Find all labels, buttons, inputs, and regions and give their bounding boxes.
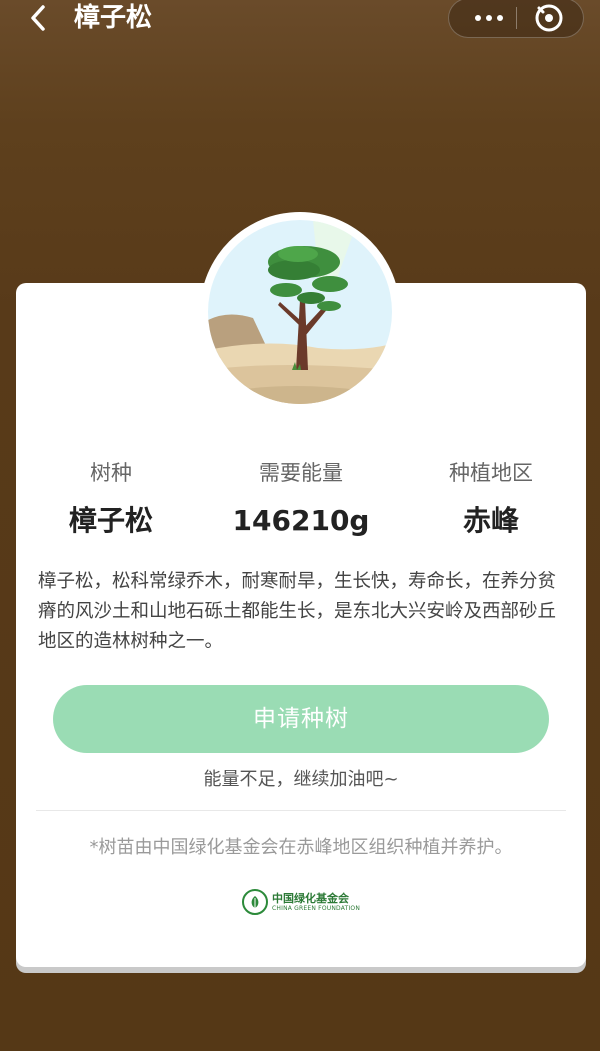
chevron-left-icon	[31, 5, 45, 31]
stat-label: 树种	[90, 461, 132, 485]
tree-stats: 树种 樟子松 需要能量 146210g 种植地区 赤峰	[16, 455, 586, 545]
apply-plant-button[interactable]: 申请种树	[53, 685, 549, 753]
foundation-logo: 中国绿化基金会 CHINA GREEN FOUNDATION	[242, 886, 360, 918]
stat-region: 种植地区 赤峰	[396, 455, 586, 541]
back-button[interactable]	[22, 2, 54, 34]
stat-value: 樟子松	[68, 504, 153, 537]
top-bar: 樟子松	[0, 0, 600, 40]
stat-energy: 需要能量 146210g	[206, 455, 396, 541]
energy-hint: 能量不足，继续加油吧~	[203, 769, 399, 790]
stat-value: 赤峰	[462, 504, 519, 537]
mini-program-capsule	[448, 0, 584, 38]
more-dot	[486, 15, 492, 21]
tree-avatar	[200, 212, 400, 412]
more-dot	[497, 15, 503, 21]
planting-note: *树苗由中国绿化基金会在赤峰地区组织种植并养护。	[89, 837, 513, 858]
divider	[36, 810, 566, 811]
close-target-icon	[535, 4, 563, 32]
page-title: 樟子松	[74, 3, 153, 33]
tree-description: 樟子松，松科常绿乔木，耐寒耐旱，生长快，寿命长，在养分贫瘠的风沙土和山地石砾土都…	[38, 571, 557, 652]
stat-label: 需要能量	[259, 461, 343, 485]
capsule-divider	[516, 7, 517, 29]
pine-tree-illustration	[208, 220, 392, 404]
stat-species: 树种 樟子松	[16, 455, 206, 541]
leaf-icon	[251, 896, 259, 908]
stat-value: 146210g	[232, 504, 370, 537]
close-button[interactable]	[533, 2, 565, 34]
foundation-text: 中国绿化基金会 CHINA GREEN FOUNDATION	[272, 892, 360, 913]
more-button[interactable]	[471, 7, 507, 29]
foundation-name-en: CHINA GREEN FOUNDATION	[272, 904, 361, 912]
foundation-name-cn: 中国绿化基金会	[272, 891, 349, 905]
foundation-emblem-icon	[242, 889, 268, 915]
more-dots-icon	[475, 15, 481, 21]
stat-label: 种植地区	[449, 461, 533, 485]
